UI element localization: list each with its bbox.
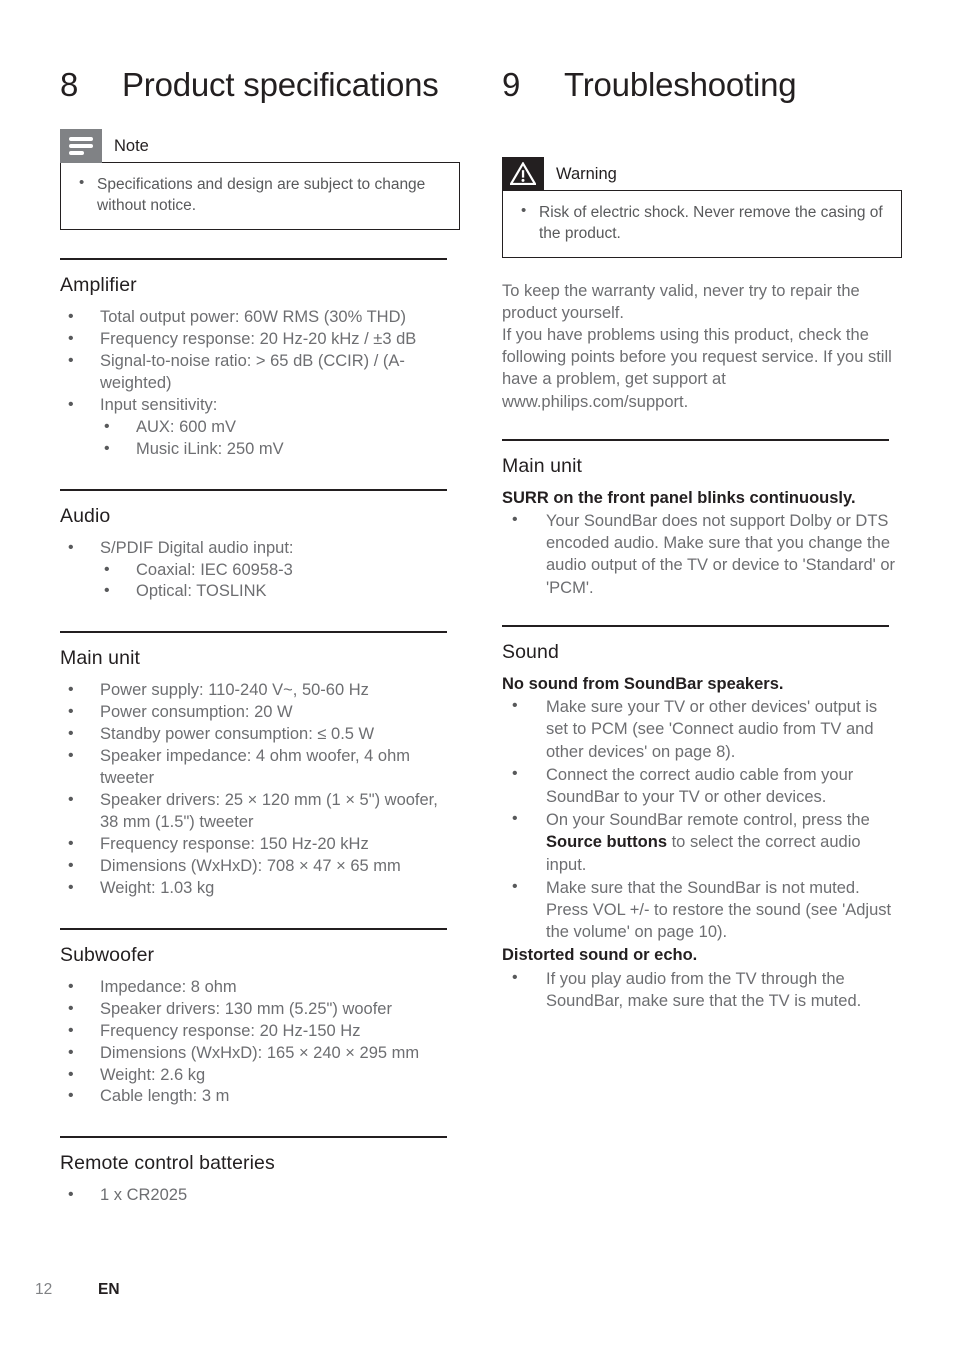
trouble-list-sound: Make sure your TV or other devices' outp… [502,695,902,944]
chapter-heading-troubleshooting: 9 Troubleshooting [502,62,902,109]
spec-sublist: Coaxial: IEC 60958-3 Optical: TOSLINK [100,559,460,604]
list-item: Power supply: 110-240 V~, 50-60 Hz [60,679,460,702]
list-item: If you play audio from the TV through th… [502,967,902,1012]
list-item: Make sure that the SoundBar is not muted… [502,876,902,944]
symptom-heading: SURR on the front panel blinks continuou… [502,488,856,507]
section-title: Main unit [60,647,141,670]
intro-paragraph-1: To keep the warranty valid, never try to… [502,282,860,323]
chapter-number: 8 [60,66,79,103]
chapter-title: Troubleshooting [564,66,797,103]
list-item: Make sure your TV or other devices' outp… [502,695,902,763]
warning-callout-header: Warning [502,156,902,191]
list-item: Power consumption: 20 W [60,701,460,724]
list-item: Your SoundBar does not support Dolby or … [502,509,902,599]
section-divider [502,624,889,627]
section-title: Amplifier [60,274,137,297]
section-title: Remote control batteries [60,1152,275,1175]
list-item: Frequency response: 20 Hz-150 Hz [60,1020,460,1043]
spec-list-subwoofer: Impedance: 8 ohm Speaker drivers: 130 mm… [60,976,460,1109]
list-item: Weight: 1.03 kg [60,877,460,900]
note-callout: Note Specifications and design are subje… [60,128,460,231]
list-item: Total output power: 60W RMS (30% THD) [60,306,460,329]
document-page: 8 Product specifications Note Specificat… [0,0,954,1350]
list-item: Standby power consumption: ≤ 0.5 W [60,723,460,746]
section-title: Audio [60,504,111,527]
list-item: On your SoundBar remote control, press t… [502,808,902,876]
spec-list-main-unit: Power supply: 110-240 V~, 50-60 Hz Power… [60,679,460,900]
section-remote-control-batteries: Remote control batteries 1 x CR2025 [60,1136,460,1207]
troubleshooting-intro: To keep the warranty valid, never try to… [502,280,902,413]
chapter-title: Product specifications [122,66,439,103]
list-item: Frequency response: 20 Hz-20 kHz / ±3 dB [60,328,460,351]
list-item-label: Input sensitivity: [100,395,218,414]
spec-list-amplifier: Total output power: 60W RMS (30% THD) Fr… [60,306,460,461]
list-item-text-bold: Source buttons [546,833,668,852]
list-item: Connect the correct audio cable from you… [502,763,902,808]
page-footer: 12 EN [35,1281,120,1299]
spec-list-audio: S/PDIF Digital audio input: Coaxial: IEC… [60,537,460,604]
list-item: Speaker impedance: 4 ohm woofer, 4 ohm t… [60,745,460,790]
list-item: Cable length: 3 m [60,1085,460,1108]
warning-label: Warning [556,164,617,183]
section-title: Subwoofer [60,943,155,966]
note-callout-body: Specifications and design are subject to… [60,161,460,231]
left-column: 8 Product specifications Note Specificat… [60,0,460,1207]
section-divider [60,1136,447,1139]
list-item: Impedance: 8 ohm [60,976,460,999]
section-subwoofer: Subwoofer Impedance: 8 ohm Speaker drive… [60,927,460,1109]
list-item: AUX: 600 mV [100,416,460,439]
intro-paragraph-2: If you have problems using this product,… [502,326,892,411]
list-item: Signal-to-noise ratio: > 65 dB (CCIR) / … [60,350,460,395]
trouble-list-main-unit: Your SoundBar does not support Dolby or … [502,509,902,599]
section-audio: Audio S/PDIF Digital audio input: Coaxia… [60,488,460,604]
section-amplifier: Amplifier Total output power: 60W RMS (3… [60,258,460,461]
section-troubleshooting-main-unit: Main unit SURR on the front panel blinks… [502,438,902,599]
note-label: Note [114,136,149,155]
spec-sublist: AUX: 600 mV Music iLink: 250 mV [100,416,460,461]
warning-triangle-icon [502,156,544,191]
symptom-heading: No sound from SoundBar speakers. [502,674,784,693]
list-item: Music iLink: 250 mV [100,438,460,461]
section-divider [60,927,447,930]
list-item-text-pre: On your SoundBar remote control, press t… [546,811,870,830]
list-item: 1 x CR2025 [60,1184,460,1207]
list-item: Speaker drivers: 130 mm (5.25") woofer [60,998,460,1021]
chapter-number: 9 [502,66,521,103]
footer-page-number: 12 [35,1281,53,1298]
section-title: Sound [502,640,559,663]
note-callout-header: Note [60,128,460,163]
list-item: Specifications and design are subject to… [75,173,445,216]
footer-language: EN [98,1281,120,1298]
list-item: Dimensions (WxHxD): 708 × 47 × 65 mm [60,855,460,878]
warning-callout-body: Risk of electric shock. Never remove the… [502,189,902,259]
note-lines-icon [60,128,102,163]
list-item: Weight: 2.6 kg [60,1064,460,1087]
list-item: S/PDIF Digital audio input: Coaxial: IEC… [60,537,460,604]
warning-list: Risk of electric shock. Never remove the… [517,201,887,244]
section-main-unit: Main unit Power supply: 110-240 V~, 50-6… [60,631,460,899]
list-item: Dimensions (WxHxD): 165 × 240 × 295 mm [60,1042,460,1065]
list-item: Risk of electric shock. Never remove the… [517,201,887,244]
warning-callout: Warning Risk of electric shock. Never re… [502,156,902,259]
symptom-heading-2: Distorted sound or echo. [502,946,698,965]
chapter-heading-product-specifications: 8 Product specifications [60,62,460,109]
section-divider [60,631,447,634]
list-item: Coaxial: IEC 60958-3 [100,559,460,582]
list-item: Optical: TOSLINK [100,580,460,603]
section-divider [60,258,447,261]
right-column: 9 Troubleshooting Warning Risk of electr… [502,0,902,1013]
list-item-label: S/PDIF Digital audio input: [100,538,294,557]
list-item: Frequency response: 150 Hz-20 kHz [60,833,460,856]
trouble-list-distorted-sound: If you play audio from the TV through th… [502,967,902,1012]
list-item: Input sensitivity: AUX: 600 mV Music iLi… [60,394,460,461]
section-divider [60,488,447,491]
section-divider [502,438,889,441]
section-troubleshooting-sound: Sound No sound from SoundBar speakers. M… [502,624,902,1012]
section-title: Main unit [502,454,583,477]
note-list: Specifications and design are subject to… [75,173,445,216]
list-item: Speaker drivers: 25 × 120 mm (1 × 5") wo… [60,789,460,834]
spec-list-batteries: 1 x CR2025 [60,1184,460,1207]
